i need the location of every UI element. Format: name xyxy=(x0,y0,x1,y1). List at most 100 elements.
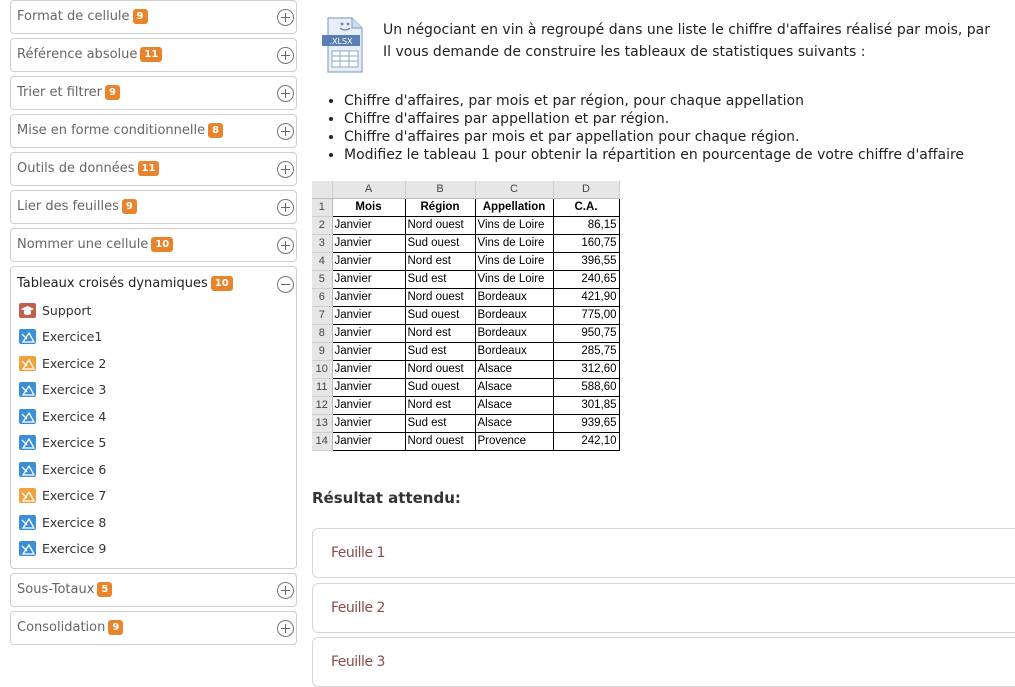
row-number: 14 xyxy=(312,432,333,451)
collapse-icon[interactable] xyxy=(277,276,294,293)
table-cell: Janvier xyxy=(331,413,406,433)
table-cell: 312,60 xyxy=(552,359,620,379)
lesson-item[interactable]: Exercice 4 xyxy=(11,403,296,430)
section-sections1[interactable]: Référence absolue 11 xyxy=(10,38,297,72)
lesson-item[interactable]: Exercice 9 xyxy=(11,536,296,563)
table-row: 8 Janvier Nord est Bordeaux 950,75 xyxy=(312,323,620,343)
table-cell: Janvier xyxy=(331,431,406,451)
task-item: Chiffre d'affaires par appellation et pa… xyxy=(344,110,964,128)
expand-icon[interactable] xyxy=(277,9,294,26)
expand-icon[interactable] xyxy=(277,237,294,254)
lesson-item[interactable]: Exercice 2 xyxy=(11,350,296,377)
sheet-label: Feuille 2 xyxy=(331,600,385,616)
table-cell: 285,75 xyxy=(552,341,620,361)
column-letter: A xyxy=(332,181,406,199)
table-row: 14 Janvier Nord ouest Provence 242,10 xyxy=(312,431,620,451)
table-row: 7 Janvier Sud ouest Bordeaux 775,00 xyxy=(312,305,620,325)
corner-cell xyxy=(312,181,333,199)
section-title[interactable]: Tableaux croisés dynamiques 10 xyxy=(17,276,302,306)
table-cell: Nord ouest xyxy=(404,431,476,451)
section-after_sections1[interactable]: Consolidation 9 xyxy=(10,611,297,645)
row-number: 7 xyxy=(312,306,333,325)
section-sections2[interactable]: Trier et filtrer 9 xyxy=(10,76,297,110)
section-title[interactable]: Consolidation 9 xyxy=(17,620,124,635)
section-title[interactable]: Lier des feuilles 9 xyxy=(17,199,137,214)
section-title[interactable]: Nommer une cellule 10 xyxy=(17,237,174,252)
lesson-item[interactable]: Exercice 6 xyxy=(11,456,296,483)
table-cell: Bordeaux xyxy=(474,341,554,361)
row-number: 9 xyxy=(312,342,333,361)
table-cell: Janvier xyxy=(331,251,406,271)
xlsx-file-icon[interactable]: .XLSX xyxy=(320,16,366,74)
sheet-label: Feuille 3 xyxy=(331,654,385,670)
sheet-card[interactable]: Feuille 1 xyxy=(312,528,1015,578)
exercise-icon xyxy=(19,541,36,557)
table-cell: 160,75 xyxy=(552,233,620,253)
header-cell: Appellation xyxy=(474,197,554,217)
section-sections0[interactable]: Format de cellule 9 xyxy=(10,0,297,34)
exercise-intro: Un négociant en vin à regroupé dans une … xyxy=(383,19,990,63)
exercise-icon xyxy=(19,329,36,345)
intro-line-2: Il vous demande de construire les tablea… xyxy=(383,44,866,60)
expand-icon[interactable] xyxy=(277,47,294,64)
table-cell: Sud ouest xyxy=(404,377,476,397)
column-letter: C xyxy=(475,181,554,199)
row-number: 8 xyxy=(312,324,333,343)
sheet-card[interactable]: Feuille 3 xyxy=(312,637,1015,687)
row-number: 12 xyxy=(312,396,333,415)
table-cell: Sud ouest xyxy=(404,233,476,253)
table-header-row: 1 Mois Région Appellation C.A. xyxy=(312,197,620,217)
lesson-label: Exercice 2 xyxy=(42,355,107,371)
expand-icon[interactable] xyxy=(277,620,294,637)
lesson-item[interactable]: Exercice 7 xyxy=(11,483,296,510)
section-title[interactable]: Référence absolue 11 xyxy=(17,47,163,62)
section-sections5[interactable]: Lier des feuilles 9 xyxy=(10,190,297,224)
table-cell: 240,65 xyxy=(552,269,620,289)
table-cell: Vins de Loire xyxy=(474,215,554,235)
table-cell: Janvier xyxy=(331,287,406,307)
row-number: 13 xyxy=(312,414,333,433)
sheet-card[interactable]: Feuille 2 xyxy=(312,583,1015,633)
svg-text:.XLSX: .XLSX xyxy=(329,37,353,46)
table-row: 2 Janvier Nord ouest Vins de Loire 86,15 xyxy=(312,215,620,235)
section-after_sections0[interactable]: Sous-Totaux 5 xyxy=(10,573,297,607)
section-sections3[interactable]: Mise en forme conditionnelle 8 xyxy=(10,114,297,148)
expand-icon[interactable] xyxy=(277,123,294,140)
section-title[interactable]: Outils de données 11 xyxy=(17,161,160,176)
table-cell: Bordeaux xyxy=(474,305,554,325)
section-title[interactable]: Trier et filtrer 9 xyxy=(17,85,120,100)
expand-icon[interactable] xyxy=(277,161,294,178)
row-number: 11 xyxy=(312,378,333,397)
expand-icon[interactable] xyxy=(277,85,294,102)
table-cell: Janvier xyxy=(331,233,406,253)
section-sections4[interactable]: Outils de données 11 xyxy=(10,152,297,186)
exercise-icon xyxy=(19,488,36,504)
table-cell: Sud est xyxy=(404,341,476,361)
section-title[interactable]: Format de cellule 9 xyxy=(17,9,148,24)
intro-line-1: Un négociant en vin à regroupé dans une … xyxy=(383,22,991,38)
table-row: 6 Janvier Nord ouest Bordeaux 421,90 xyxy=(312,287,620,307)
exercise-icon xyxy=(19,408,36,424)
section-title[interactable]: Sous-Totaux 5 xyxy=(17,582,113,597)
header-cell: C.A. xyxy=(552,197,620,217)
exercise-content: .XLSX Un négociant en vin à regroupé dan… xyxy=(312,0,1015,687)
lesson-item[interactable]: Exercice 8 xyxy=(11,509,296,536)
section-sections6[interactable]: Nommer une cellule 10 xyxy=(10,228,297,262)
table-cell: Sud est xyxy=(404,413,476,433)
section-tableaux-croises[interactable]: Tableaux croisés dynamiques 10 Support Exe… xyxy=(10,266,297,569)
table-cell: Janvier xyxy=(331,215,406,235)
course-sidebar: Format de cellule 9 Référence absolue 11 Tri… xyxy=(10,0,297,649)
lesson-item[interactable]: Exercice1 xyxy=(11,324,296,351)
table-row: 11 Janvier Sud ouest Alsace 588,60 xyxy=(312,377,620,397)
section-title[interactable]: Mise en forme conditionnelle 8 xyxy=(17,123,224,138)
lesson-item[interactable]: Exercice 3 xyxy=(11,377,296,404)
table-cell: Provence xyxy=(474,431,554,451)
table-cell: Nord ouest xyxy=(404,359,476,379)
result-heading: Résultat attendu: xyxy=(312,489,461,507)
lesson-item[interactable]: Exercice 5 xyxy=(11,430,296,457)
expand-icon[interactable] xyxy=(277,199,294,216)
header-cell: Mois xyxy=(331,197,406,217)
table-cell: 421,90 xyxy=(552,287,620,307)
expand-icon[interactable] xyxy=(277,582,294,599)
task-item: Modifiez le tableau 1 pour obtenir la ré… xyxy=(344,146,964,164)
